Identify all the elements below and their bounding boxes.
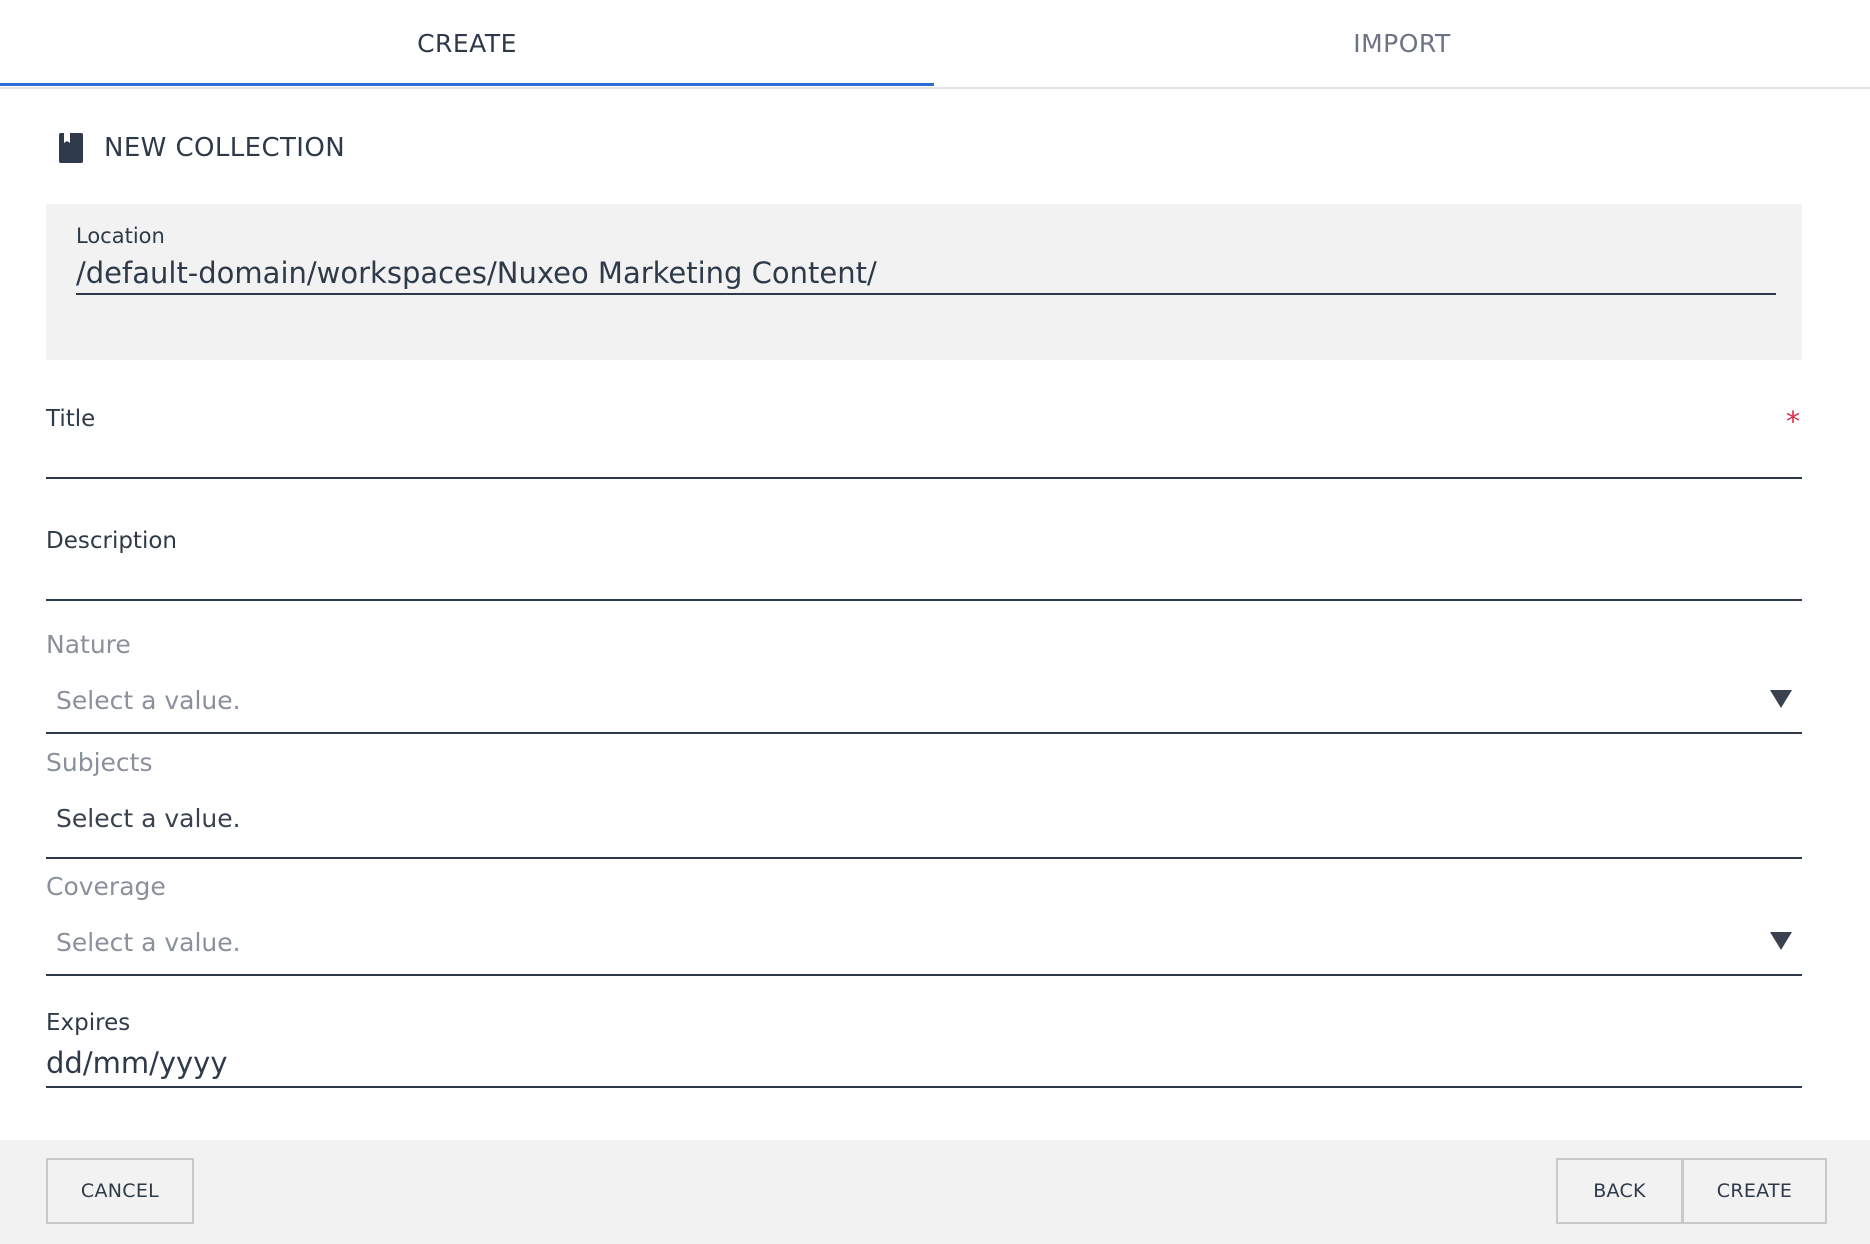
nature-label: Nature xyxy=(46,630,131,659)
nature-dropdown-arrow-icon[interactable] xyxy=(1770,690,1792,708)
tab-import[interactable]: IMPORT xyxy=(934,0,1870,87)
coverage-dropdown-arrow-icon[interactable] xyxy=(1770,932,1792,950)
description-input[interactable] xyxy=(46,562,1802,598)
tab-bar: CREATE IMPORT xyxy=(0,0,1870,89)
expires-underline xyxy=(46,1086,1802,1088)
title-input[interactable] xyxy=(46,440,1802,476)
tab-import-label: IMPORT xyxy=(1353,29,1451,58)
location-underline xyxy=(76,293,1776,295)
coverage-label: Coverage xyxy=(46,872,166,901)
subjects-select[interactable] xyxy=(46,794,1802,856)
expires-date-input[interactable]: dd/mm/yyyy xyxy=(46,1046,228,1080)
description-underline xyxy=(46,599,1802,601)
dialog-header: NEW COLLECTION xyxy=(58,128,345,168)
coverage-select[interactable] xyxy=(46,918,1802,974)
nature-select[interactable] xyxy=(46,676,1802,732)
subjects-placeholder: Select a value. xyxy=(56,804,241,833)
location-label: Location xyxy=(76,224,165,248)
collection-book-icon xyxy=(58,132,84,164)
create-button[interactable]: CREATE xyxy=(1682,1158,1827,1224)
expires-label: Expires xyxy=(46,1010,131,1036)
title-label: Title xyxy=(46,406,96,432)
create-button-label: CREATE xyxy=(1716,1180,1793,1202)
description-label: Description xyxy=(46,528,177,554)
tab-create[interactable]: CREATE xyxy=(0,0,934,87)
location-panel: Location /default-domain/workspaces/Nuxe… xyxy=(46,204,1802,360)
cancel-button[interactable]: CANCEL xyxy=(46,1158,194,1224)
back-button[interactable]: BACK xyxy=(1556,1158,1683,1224)
title-underline xyxy=(46,477,1802,479)
coverage-underline xyxy=(46,974,1802,976)
back-button-label: BACK xyxy=(1593,1180,1646,1202)
tab-create-label: CREATE xyxy=(417,29,517,58)
nature-underline xyxy=(46,732,1802,734)
nature-placeholder: Select a value. xyxy=(56,686,241,715)
subjects-underline xyxy=(46,857,1802,859)
page-title: NEW COLLECTION xyxy=(104,133,346,163)
subjects-label: Subjects xyxy=(46,748,153,777)
dialog-footer: CANCEL BACK CREATE xyxy=(0,1140,1870,1244)
active-tab-indicator xyxy=(0,83,934,86)
required-mark: * xyxy=(1786,405,1800,438)
coverage-placeholder: Select a value. xyxy=(56,928,241,957)
cancel-button-label: CANCEL xyxy=(80,1180,160,1202)
location-field[interactable]: /default-domain/workspaces/Nuxeo Marketi… xyxy=(76,256,877,290)
